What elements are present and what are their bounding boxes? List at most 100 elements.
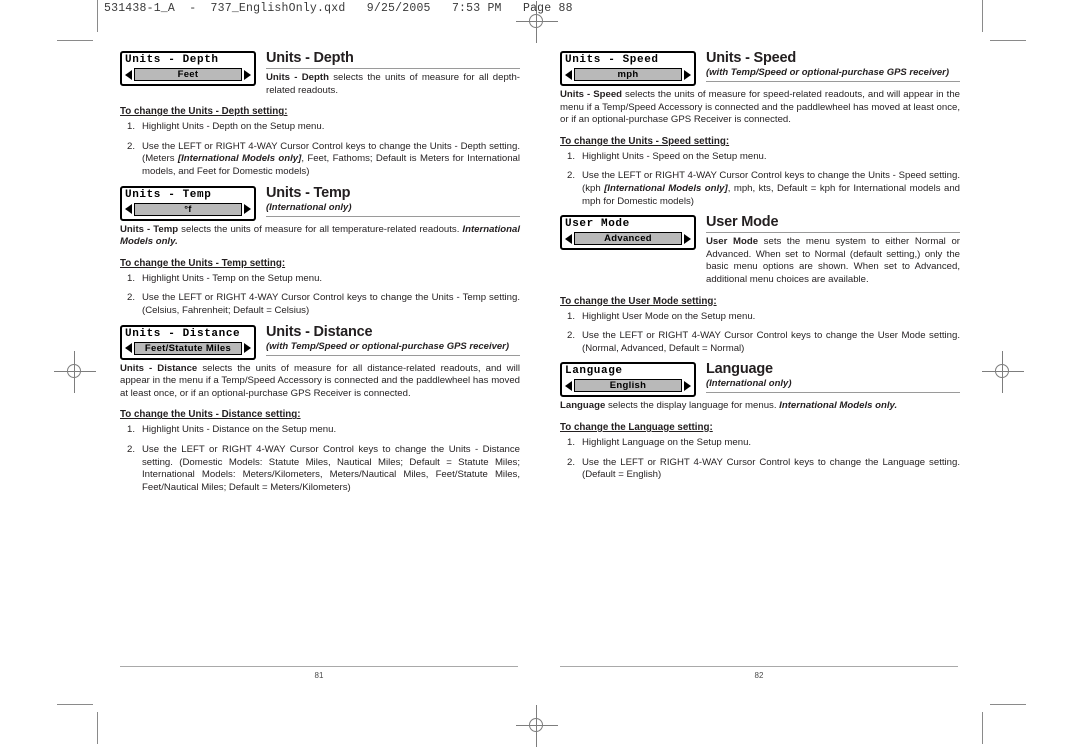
steps-list: Highlight User Mode on the Setup menu. Us… <box>560 311 960 356</box>
page-number-left: 81 <box>314 671 324 680</box>
step-item: Use the LEFT or RIGHT 4-WAY Cursor Contr… <box>127 140 520 177</box>
lcd-menu-value[interactable]: °f <box>134 202 242 216</box>
lcd-menu-widget-language[interactable]: Language English <box>560 362 696 398</box>
page-footer-rule-left <box>120 666 518 667</box>
step-item: Highlight Units - Speed on the Setup men… <box>567 150 767 163</box>
lcd-menu-value[interactable]: Feet/Statute Miles <box>134 341 242 355</box>
entry-title: Units - Temp <box>266 184 351 201</box>
steps-heading: To change the Units - Temp setting: <box>120 257 286 269</box>
step-item: Highlight Units - Temp on the Setup menu… <box>127 272 323 285</box>
setting-entry-units-speed: Units - Speed mph Units - Speed (with Temp/… <box>560 50 960 208</box>
qxd-file-header: 531438-1_A - 737_EnglishOnly.qxd 9/25/20… <box>104 2 573 15</box>
registration-mark-right-center <box>982 351 1024 393</box>
step-item: Use the LEFT or RIGHT 4-WAY Cursor Contr… <box>567 330 960 354</box>
entry-subtitle: (with Temp/Speed or optional-purchase GP… <box>266 340 510 352</box>
lcd-menu-value[interactable]: Feet <box>134 68 242 81</box>
step-item: Highlight User Mode on the Setup menu. <box>567 310 756 323</box>
steps-list: Highlight Language on the Setup menu. Use… <box>560 437 960 482</box>
lcd-menu-widget-units-speed[interactable]: Units - Speed mph <box>560 51 696 86</box>
left-arrow-icon[interactable] <box>125 69 132 80</box>
step-item: Highlight Language on the Setup menu. <box>567 436 752 449</box>
crop-mark-bottom-right-vertical <box>982 712 983 744</box>
lcd-menu-value[interactable]: English <box>574 379 682 393</box>
entry-title: Language <box>706 361 773 378</box>
crop-mark-bottom-right-horizontal <box>990 704 1026 705</box>
heading-divider <box>266 68 520 69</box>
entry-description: Units - Depth selects the units of measu… <box>266 72 520 96</box>
right-arrow-icon[interactable] <box>244 69 251 80</box>
crop-mark-top-left-horizontal <box>57 40 93 41</box>
entry-description: Units - Temp selects the units of measur… <box>120 223 520 248</box>
lcd-menu-widget-units-temp[interactable]: Units - Temp °f <box>120 185 256 221</box>
entry-subtitle: (International only) <box>266 201 352 213</box>
lcd-menu-title: User Mode <box>565 218 630 231</box>
heading-divider <box>266 215 520 217</box>
steps-heading: To change the Language setting: <box>560 421 713 433</box>
lcd-menu-widget-units-depth[interactable]: Units - Depth Feet <box>120 51 256 86</box>
steps-list: Highlight Units - Speed on the Setup men… <box>560 151 960 208</box>
heading-divider <box>706 81 960 82</box>
lcd-menu-widget-user-mode[interactable]: User Mode Advanced <box>560 215 696 251</box>
crop-mark-top-right-horizontal <box>990 40 1026 41</box>
crop-mark-top-left-vertical <box>97 0 98 32</box>
entry-description: Units - Distance selects the units of me… <box>120 362 520 399</box>
right-arrow-icon[interactable] <box>684 380 691 391</box>
left-arrow-icon[interactable] <box>125 343 132 354</box>
heading-divider <box>706 392 960 394</box>
step-item: Highlight Units - Distance on the Setup … <box>127 424 337 436</box>
heading-divider <box>706 232 960 234</box>
entry-title: Units - Depth <box>266 50 354 66</box>
entry-description: User Mode sets the menu system to either… <box>706 236 960 285</box>
step-item: Highlight Units - Depth on the Setup men… <box>127 121 325 133</box>
steps-list: Highlight Units - Depth on the Setup men… <box>120 121 520 178</box>
steps-heading: To change the Units - Distance setting: <box>120 409 301 421</box>
right-arrow-icon[interactable] <box>244 343 251 354</box>
page-column-right: Units - Speed mph Units - Speed (with Temp/… <box>560 50 960 488</box>
left-arrow-icon[interactable] <box>565 233 572 244</box>
lcd-menu-title: Units - Temp <box>125 188 212 201</box>
page-footer-rule-right <box>560 666 958 667</box>
right-arrow-icon[interactable] <box>244 204 251 215</box>
right-arrow-icon[interactable] <box>684 233 691 244</box>
entry-description: Language selects the display language fo… <box>560 400 898 412</box>
setting-entry-user-mode: User Mode Advanced User Mode User Mode sets… <box>560 214 960 355</box>
lcd-menu-value[interactable]: Advanced <box>574 232 682 246</box>
lcd-menu-title: Units - Distance <box>125 327 241 340</box>
entry-description: Units - Speed selects the units of measu… <box>560 89 960 126</box>
left-arrow-icon[interactable] <box>565 380 572 391</box>
steps-heading: To change the Units - Depth setting: <box>120 106 288 118</box>
crop-mark-bottom-left-horizontal <box>57 704 93 705</box>
right-arrow-icon[interactable] <box>684 69 691 80</box>
lcd-menu-value[interactable]: mph <box>574 68 682 81</box>
heading-divider <box>266 354 520 356</box>
entry-title: Units - Speed <box>706 50 797 66</box>
crop-mark-top-right-vertical <box>982 0 983 32</box>
step-item: Use the LEFT or RIGHT 4-WAY Cursor Contr… <box>567 456 960 481</box>
step-item: Use the LEFT or RIGHT 4-WAY Cursor Contr… <box>127 443 520 493</box>
lcd-menu-widget-units-distance[interactable]: Units - Distance Feet/Statute Miles <box>120 324 256 360</box>
setting-entry-units-depth: Units - Depth Feet Units - Depth Units - De… <box>120 50 520 179</box>
page-column-left: Units - Depth Feet Units - Depth Units - De… <box>120 50 520 500</box>
registration-mark-left-center <box>54 351 96 393</box>
left-arrow-icon[interactable] <box>125 204 132 215</box>
entry-title: User Mode <box>706 214 779 231</box>
entry-subtitle: (International only) <box>706 378 792 390</box>
setting-entry-units-temp: Units - Temp °f Units - Temp (International… <box>120 185 520 318</box>
setting-entry-language: Language English Language (International on… <box>560 361 960 481</box>
entry-title: Units - Distance <box>266 323 373 340</box>
steps-list: Highlight Units - Distance on the Setup … <box>120 424 520 494</box>
steps-list: Highlight Units - Temp on the Setup menu… <box>120 273 520 318</box>
step-item: Use the LEFT or RIGHT 4-WAY Cursor Contr… <box>127 292 520 316</box>
step-item: Use the LEFT or RIGHT 4-WAY Cursor Contr… <box>567 170 960 207</box>
left-arrow-icon[interactable] <box>565 69 572 80</box>
lcd-menu-title: Units - Depth <box>125 54 219 66</box>
entry-subtitle: (with Temp/Speed or optional-purchase GP… <box>706 67 950 78</box>
steps-heading: To change the Units - Speed setting: <box>560 135 730 147</box>
lcd-menu-title: Language <box>565 365 623 378</box>
registration-mark-bottom-center <box>516 705 558 747</box>
lcd-menu-title: Units - Speed <box>565 54 659 66</box>
crop-mark-bottom-left-vertical <box>97 712 98 744</box>
setting-entry-units-distance: Units - Distance Feet/Statute Miles Units … <box>120 324 520 495</box>
steps-heading: To change the User Mode setting: <box>560 295 717 307</box>
page-number-right: 82 <box>754 671 764 680</box>
